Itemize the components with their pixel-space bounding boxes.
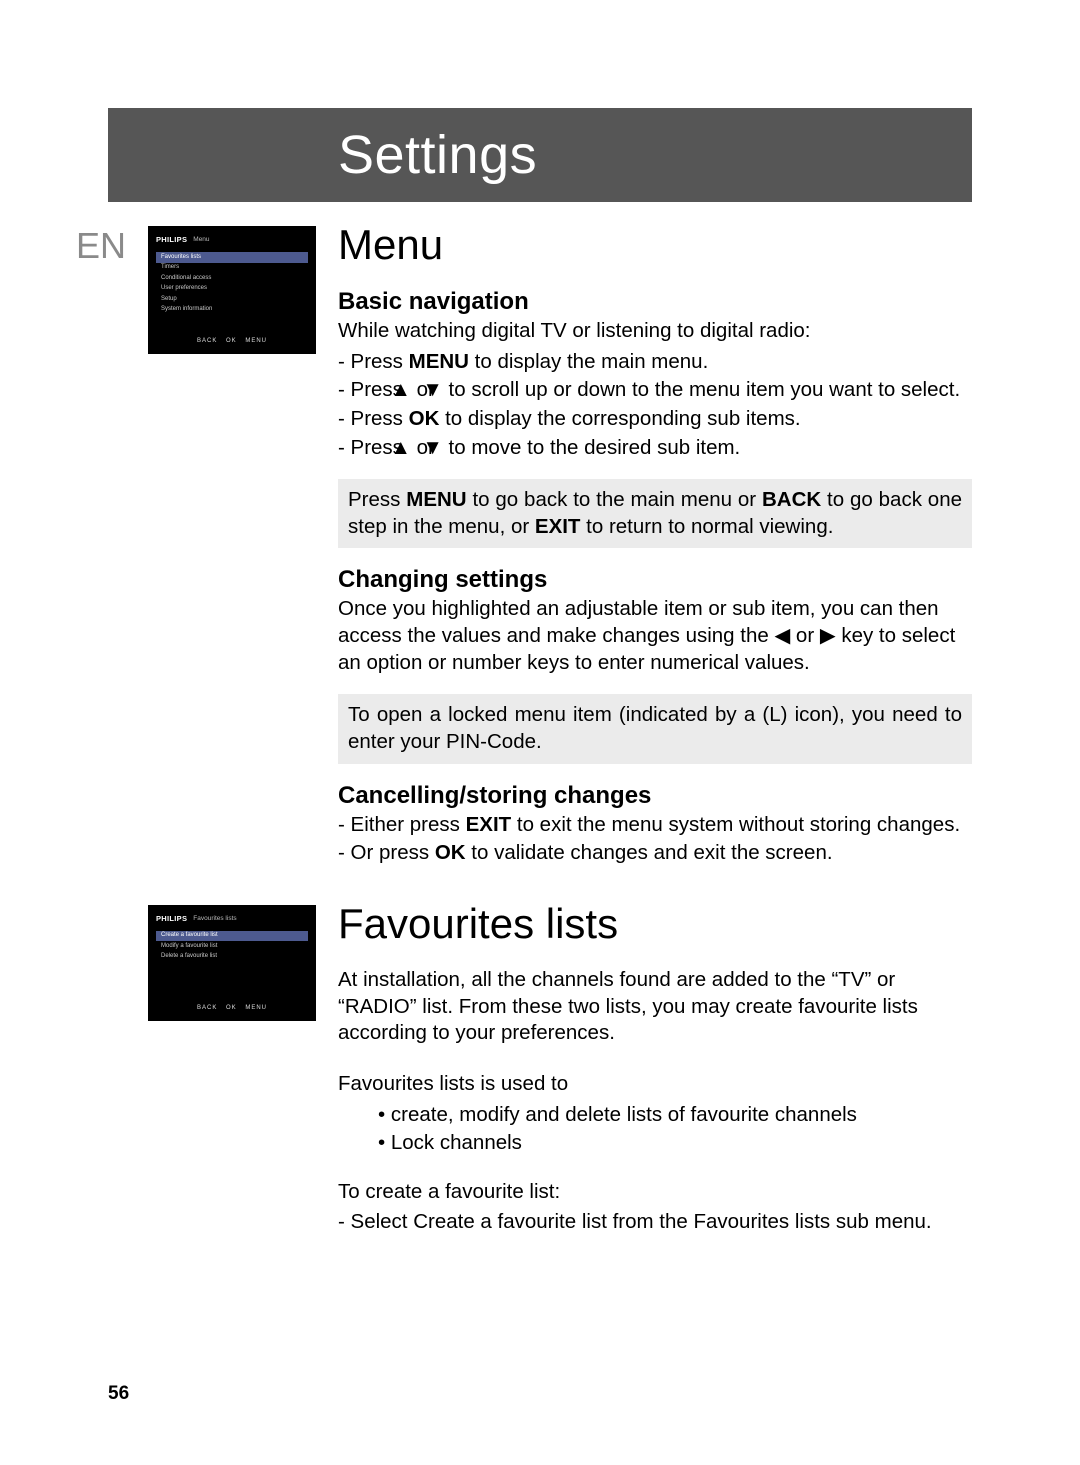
- right-arrow-icon: ▶: [820, 623, 836, 650]
- cancel-step: - Or press OK to validate changes and ex…: [338, 840, 972, 867]
- nav-step: - Press ▲ or ▼ to move to the desired su…: [338, 435, 972, 462]
- section-heading-favourites: Favourites lists: [338, 903, 972, 945]
- changing-settings-body: Once you highlighted an adjustable item …: [338, 596, 972, 676]
- favourites-step: - Select Create a favourite list from th…: [338, 1209, 972, 1236]
- nav-step: - Press OK to display the corresponding …: [338, 406, 972, 433]
- ss1-item: Favourites lists: [156, 252, 308, 263]
- ss2-item: Delete a favourite list: [156, 952, 308, 963]
- ss1-item: System information: [156, 305, 308, 316]
- brand-label: PHILIPS: [156, 914, 187, 923]
- favourites-create-intro: To create a favourite list:: [338, 1179, 972, 1206]
- page-header: Settings: [108, 108, 972, 202]
- ss1-item: Setup: [156, 294, 308, 305]
- ss1-item: User preferences: [156, 284, 308, 295]
- cancel-step: - Either press EXIT to exit the menu sys…: [338, 812, 972, 839]
- nav-step: - Press MENU to display the main menu.: [338, 349, 972, 376]
- screenshot-title: Menu: [193, 236, 209, 243]
- left-arrow-icon: ◀: [774, 623, 790, 650]
- brand-label: PHILIPS: [156, 235, 187, 244]
- note-box-nav: Press MENU to go back to the main menu o…: [338, 479, 972, 548]
- nav-step: - Press ▲ or ▼ to scroll up or down to t…: [338, 377, 972, 404]
- subheading-cancelling: Cancelling/storing changes: [338, 782, 972, 810]
- language-code: EN: [76, 228, 148, 264]
- ss2-item: Modify a favourite list: [156, 941, 308, 952]
- favourites-used-to: Favourites lists is used to: [338, 1071, 972, 1098]
- screenshot-title: Favourites lists: [193, 915, 236, 922]
- screenshot-footer: BACK OK MENU: [148, 1002, 316, 1015]
- subheading-basic-navigation: Basic navigation: [338, 288, 972, 316]
- screenshot-menu: PHILIPS Menu Favourites lists Timers Con…: [148, 226, 316, 354]
- section-heading-menu: Menu: [338, 224, 972, 266]
- ss1-item: Conditional access: [156, 273, 308, 284]
- ss2-item: Create a favourite list: [156, 931, 308, 942]
- note-box-pin: To open a locked menu item (indicated by…: [338, 694, 972, 763]
- ss1-item: Timers: [156, 263, 308, 274]
- favourites-bullet: • Lock channels: [338, 1130, 972, 1157]
- screenshot-footer: BACK OK MENU: [148, 335, 316, 348]
- page-number: 56: [108, 1383, 129, 1405]
- favourites-bullet: • create, modify and delete lists of fav…: [338, 1102, 972, 1129]
- favourites-intro: At installation, all the channels found …: [338, 967, 972, 1047]
- basic-nav-intro: While watching digital TV or listening t…: [338, 318, 972, 345]
- subheading-changing-settings: Changing settings: [338, 566, 972, 594]
- screenshot-favourites: PHILIPS Favourites lists Create a favour…: [148, 905, 316, 1022]
